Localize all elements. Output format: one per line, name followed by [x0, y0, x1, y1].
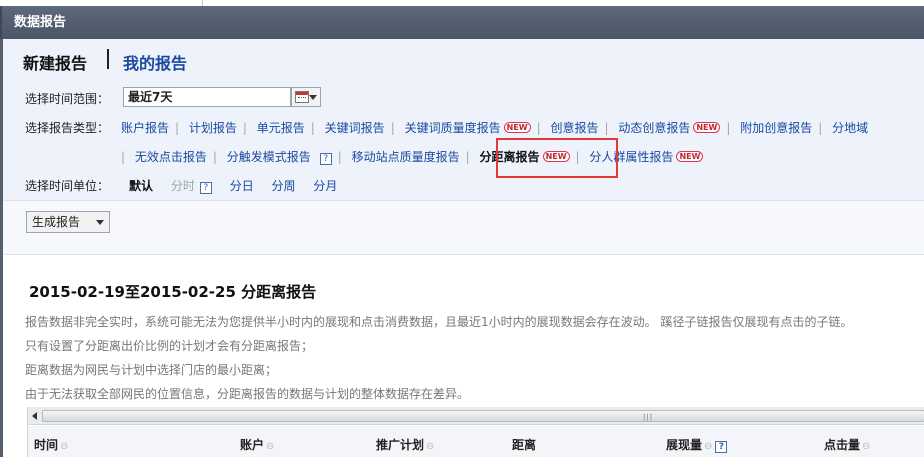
report-title: 2015-02-19至2015-02-25 分距离报告 — [29, 283, 317, 301]
report-type-trigger-mode[interactable]: 分触发模式报告 — [227, 150, 311, 164]
separator: | — [175, 121, 180, 135]
time-range-select[interactable]: 最近7天 — [123, 87, 291, 107]
time-unit-day[interactable]: 分日 — [230, 179, 254, 193]
scrollbar-thumb[interactable]: ||| — [42, 410, 924, 422]
help-icon[interactable]: ? — [715, 441, 728, 453]
time-unit-hour[interactable]: 分时 — [171, 179, 195, 193]
table-header: 时间 ⊖ 账户 ⊖ 推广计划 ⊖ 距离 展现量 ⊖? 点击量 ⊖ — [28, 426, 924, 457]
report-type-mobile-quality[interactable]: 移动站点质量度报告 — [352, 150, 460, 164]
sort-icon: ⊖ — [266, 441, 275, 452]
report-type-invalid-click[interactable]: 无效点击报告 — [135, 150, 207, 164]
separator: | — [465, 150, 470, 164]
time-unit-default[interactable]: 默认 — [129, 179, 153, 193]
column-label: 时间 — [34, 438, 59, 452]
window-title: 数据报告 — [0, 6, 924, 39]
report-type-label-text: 动态创意报告 — [618, 121, 691, 135]
time-range-label: 选择时间范围： — [25, 92, 110, 106]
generate-report-dropdown[interactable]: 生成报告 — [26, 211, 110, 233]
chevron-down-icon — [96, 220, 104, 225]
report-table: ||| 时间 ⊖ 账户 ⊖ 推广计划 ⊖ 距离 展现量 ⊖? 点击量 ⊖ — [27, 407, 924, 457]
grip-icon: ||| — [643, 413, 654, 421]
generate-row: 生成报告 — [3, 201, 924, 255]
report-tabs: 新建报告 我的报告 — [3, 39, 924, 83]
report-note: 由于无法获取全部网民的位置信息，分距离报告的数据与计划的整体数据存在差异。 — [25, 387, 470, 401]
separator: | — [337, 150, 342, 164]
calendar-icon — [295, 91, 309, 103]
sort-icon: ⊖ — [60, 441, 69, 452]
time-unit-row: 选择时间单位： 默认 分时? 分日 分周 分月 — [3, 169, 924, 201]
report-content: 2015-02-19至2015-02-25 分距离报告 报告数据非完全实时，系统… — [3, 255, 924, 457]
horizontal-scrollbar[interactable]: ||| — [28, 407, 924, 425]
calendar-button[interactable] — [291, 87, 321, 107]
report-type-list-2: | 无效点击报告 | 分触发模式报告? | 移动站点质量度报告 | 分距离报告 NEW |… — [121, 148, 709, 165]
tab-new-report[interactable]: 新建报告 — [23, 50, 87, 74]
column-label: 距离 — [512, 438, 537, 452]
report-type-region[interactable]: 分地域 — [832, 121, 868, 135]
tab-my-reports[interactable]: 我的报告 — [123, 50, 187, 74]
sort-icon: ⊖ — [704, 441, 713, 452]
report-type-extra-creative[interactable]: 附加创意报告 — [740, 121, 812, 135]
report-note: 只有设置了分距离出价比例的计划才会有分距离报告； — [25, 339, 314, 353]
time-unit-month[interactable]: 分月 — [313, 179, 337, 193]
new-badge: NEW — [693, 122, 721, 133]
new-badge: NEW — [676, 151, 704, 162]
scroll-left-icon[interactable] — [32, 412, 37, 420]
separator: | — [536, 121, 541, 135]
column-label: 点击量 — [824, 438, 861, 452]
report-type-row: 选择报告类型： 账户报告 | 计划报告 | 单元报告 | 关键词报告 | 关键词质量度报… — [3, 111, 924, 169]
time-unit-label: 选择时间单位： — [25, 179, 110, 193]
report-note: 报告数据非完全实时，系统可能无法为您提供半小时内的展现和点击消费数据，且最近1小… — [25, 315, 853, 329]
column-label: 推广计划 — [376, 438, 425, 452]
report-type-keyword-quality[interactable]: 关键词质量度报告 NEW — [405, 121, 531, 135]
column-header-account[interactable]: 账户 ⊖ — [240, 436, 274, 453]
report-type-creative[interactable]: 创意报告 — [550, 121, 598, 135]
separator: | — [212, 150, 217, 164]
new-badge: NEW — [503, 122, 531, 133]
report-note: 距离数据为网民与计划中选择门店的最小距离； — [25, 363, 278, 377]
report-type-keyword[interactable]: 关键词报告 — [325, 121, 385, 135]
report-type-label-text: 关键词质量度报告 — [404, 121, 501, 135]
column-header-time[interactable]: 时间 ⊖ — [34, 436, 68, 453]
chevron-down-icon — [309, 95, 317, 100]
generate-report-label: 生成报告 — [32, 215, 81, 229]
report-panel: 新建报告 我的报告 选择时间范围： 最近7天 选择报告类型： 账户报告 | 计划报… — [0, 39, 924, 457]
report-type-list-1: 账户报告 | 计划报告 | 单元报告 | 关键词报告 | 关键词质量度报告 NEW | 创意… — [121, 119, 874, 136]
column-header-plan[interactable]: 推广计划 ⊖ — [376, 436, 434, 453]
sort-icon: ⊖ — [426, 441, 435, 452]
help-icon[interactable]: ? — [199, 182, 212, 194]
column-label: 展现量 — [666, 438, 703, 452]
separator: | — [242, 121, 247, 135]
selection-highlight — [496, 138, 618, 178]
separator: | — [310, 121, 315, 135]
column-header-distance[interactable]: 距离 — [512, 436, 536, 453]
time-unit-options: 默认 分时? 分日 分周 分月 — [129, 177, 351, 194]
column-header-clicks[interactable]: 点击量 ⊖ — [824, 436, 870, 453]
tab-divider — [107, 49, 109, 69]
report-type-unit[interactable]: 单元报告 — [257, 121, 305, 135]
separator: | — [818, 121, 823, 135]
report-type-account[interactable]: 账户报告 — [121, 121, 169, 135]
time-unit-week[interactable]: 分周 — [272, 179, 296, 193]
sort-icon: ⊖ — [862, 441, 871, 452]
separator: | — [390, 121, 395, 135]
report-type-label: 选择报告类型： — [25, 121, 110, 135]
column-label: 账户 — [240, 438, 265, 452]
column-header-impressions[interactable]: 展现量 ⊖? — [666, 436, 728, 453]
help-icon[interactable]: ? — [319, 153, 332, 165]
report-type-dynamic-creative[interactable]: 动态创意报告 NEW — [618, 121, 721, 135]
separator: | — [604, 121, 609, 135]
report-type-plan[interactable]: 计划报告 — [189, 121, 237, 135]
separator: | — [121, 150, 126, 164]
separator: | — [726, 121, 731, 135]
time-range-row: 选择时间范围： 最近7天 — [3, 83, 924, 111]
